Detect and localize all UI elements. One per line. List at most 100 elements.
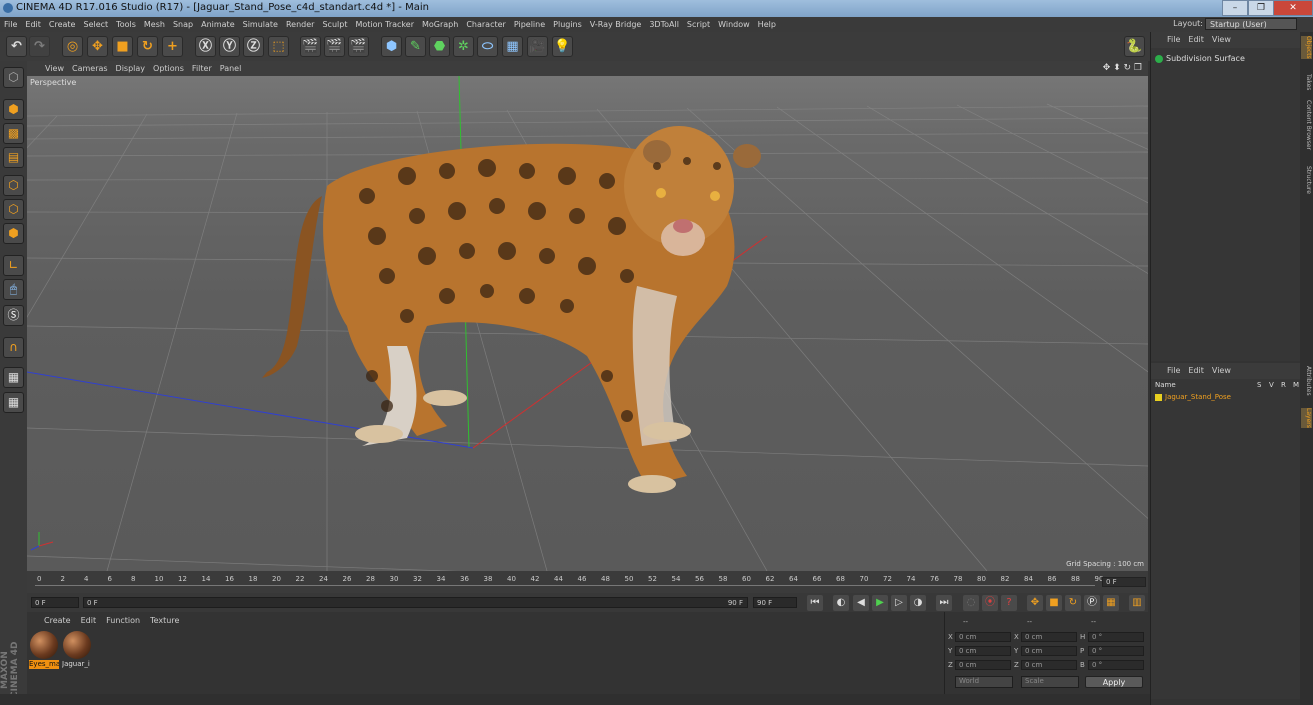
next-key-icon[interactable]: ◑ — [910, 595, 926, 611]
layer-jaguar-stand-pose[interactable]: Jaguar_Stand_Pose — [1155, 393, 1231, 401]
snap-icon[interactable]: Ⓢ — [3, 305, 24, 326]
live-selection-icon[interactable]: ◎ — [62, 36, 83, 57]
workplane-mode-icon[interactable]: ▤ — [3, 147, 24, 168]
position-z-field[interactable]: 0 cm — [955, 660, 1011, 670]
layout-select[interactable]: Startup (User) — [1205, 18, 1297, 30]
position-x-field[interactable]: 0 cm — [955, 632, 1011, 642]
make-editable-icon[interactable]: ⬡ — [3, 67, 24, 88]
layers-menu-view[interactable]: View — [1208, 363, 1235, 379]
keyframe-selection-icon[interactable]: ? — [1001, 595, 1017, 611]
object-manager[interactable]: Subdivision Surface — [1151, 48, 1301, 361]
objects-menu-view[interactable]: View — [1208, 32, 1235, 48]
recent-tool-icon[interactable]: + — [162, 36, 183, 57]
key-rotation-icon[interactable]: ↻ — [1065, 595, 1081, 611]
rotate-tool-icon[interactable]: ↻ — [137, 36, 158, 57]
size-x-field[interactable]: 0 cm — [1021, 632, 1077, 642]
texture-mode-icon[interactable]: ▩ — [3, 123, 24, 144]
menu-pipeline[interactable]: Pipeline — [510, 17, 549, 32]
y-axis-lock-icon[interactable]: Ⓨ — [219, 36, 240, 57]
tab-content-browser[interactable]: Content Browser — [1301, 100, 1312, 150]
material-menu-create[interactable]: Create — [39, 612, 76, 630]
viewport-menu-options[interactable]: Options — [149, 61, 188, 76]
viewport-menu-cameras[interactable]: Cameras — [68, 61, 112, 76]
menu-sculpt[interactable]: Sculpt — [318, 17, 351, 32]
cube-primitive-icon[interactable]: ⬢ — [381, 36, 402, 57]
menu-animate[interactable]: Animate — [197, 17, 239, 32]
material-menu-edit[interactable]: Edit — [76, 612, 102, 630]
objects-menu-file[interactable]: File — [1163, 32, 1184, 48]
menu-character[interactable]: Character — [462, 17, 510, 32]
menu-motion-tracker[interactable]: Motion Tracker — [351, 17, 418, 32]
objects-menu-edit[interactable]: Edit — [1184, 32, 1208, 48]
render-view-icon[interactable]: 🎬 — [300, 36, 321, 57]
viewport-menu-display[interactable]: Display — [112, 61, 150, 76]
x-axis-lock-icon[interactable]: Ⓧ — [195, 36, 216, 57]
viewport-menu-filter[interactable]: Filter — [188, 61, 216, 76]
tab-structure[interactable]: Structure — [1301, 166, 1312, 194]
menu-script[interactable]: Script — [683, 17, 714, 32]
position-y-field[interactable]: 0 cm — [955, 646, 1011, 656]
tweak-mode-icon[interactable]: 🖱 — [3, 279, 24, 300]
camera-icon[interactable]: 🎥 — [527, 36, 548, 57]
lock-workplane-icon[interactable]: ▦ — [3, 367, 24, 388]
maximize-button[interactable]: ❐ — [1248, 0, 1274, 16]
move-tool-icon[interactable]: ✥ — [87, 36, 108, 57]
rotation-b-field[interactable]: 0 ° — [1088, 660, 1144, 670]
current-frame-field[interactable]: 0 F — [1102, 577, 1146, 587]
menu-plugins[interactable]: Plugins — [549, 17, 586, 32]
tab-objects[interactable]: Objects — [1301, 36, 1312, 59]
key-scale-icon[interactable]: ■ — [1046, 595, 1062, 611]
end-frame-field[interactable]: 90 F — [753, 597, 797, 608]
coordinate-mode-select[interactable]: World — [955, 676, 1013, 688]
size-z-field[interactable]: 0 cm — [1021, 660, 1077, 670]
material-jaguar[interactable]: Jaguar_i — [62, 630, 92, 670]
points-mode-icon[interactable]: ⬡ — [3, 175, 24, 196]
polygons-mode-icon[interactable]: ⬢ — [3, 223, 24, 244]
material-eyes[interactable]: Eyes_ma — [29, 630, 59, 670]
menu-3dtoall[interactable]: 3DToAll — [645, 17, 683, 32]
size-mode-select[interactable]: Scale — [1021, 676, 1079, 688]
key-position-icon[interactable]: ✥ — [1027, 595, 1043, 611]
viewport-nav-icons[interactable]: ✥ ⬍ ↻ ❐ — [1103, 63, 1142, 73]
menu-file[interactable]: File — [0, 17, 21, 32]
menu-tools[interactable]: Tools — [112, 17, 140, 32]
next-frame-icon[interactable]: ▷ — [891, 595, 907, 611]
go-to-end-icon[interactable]: ⏭ — [936, 595, 952, 611]
apply-button[interactable]: Apply — [1085, 676, 1143, 688]
scale-tool-icon[interactable]: ■ — [112, 36, 133, 57]
subdivision-surface-icon[interactable]: ⬣ — [429, 36, 450, 57]
viewport-menu-view[interactable]: View — [41, 61, 68, 76]
menu-create[interactable]: Create — [45, 17, 80, 32]
menu-simulate[interactable]: Simulate — [239, 17, 282, 32]
layers-menu-edit[interactable]: Edit — [1184, 363, 1208, 379]
deformer-icon[interactable]: ⬭ — [477, 36, 498, 57]
z-axis-lock-icon[interactable]: Ⓩ — [243, 36, 264, 57]
key-pla-icon[interactable]: ▦ — [1103, 595, 1119, 611]
previous-frame-icon[interactable]: ◀ — [853, 595, 869, 611]
autokey-icon[interactable]: ⦿ — [982, 595, 998, 611]
play-icon[interactable]: ▶ — [872, 595, 888, 611]
layers-menu-file[interactable]: File — [1163, 363, 1184, 379]
menu-snap[interactable]: Snap — [169, 17, 197, 32]
object-subdivision-surface[interactable]: Subdivision Surface — [1155, 54, 1245, 63]
key-parameter-icon[interactable]: Ⓟ — [1084, 595, 1100, 611]
light-icon[interactable]: 💡 — [552, 36, 573, 57]
rotation-h-field[interactable]: 0 ° — [1088, 632, 1144, 642]
model-mode-icon[interactable]: ⬢ — [3, 99, 24, 120]
menu-vray-bridge[interactable]: V-Ray Bridge — [586, 17, 646, 32]
previous-key-icon[interactable]: ◐ — [833, 595, 849, 611]
minimize-button[interactable]: – — [1222, 0, 1248, 16]
record-keys-icon[interactable]: ◌ — [963, 595, 979, 611]
axis-mode-icon[interactable]: ∟ — [3, 255, 24, 276]
redo-icon[interactable]: ↷ — [29, 36, 50, 57]
material-menu-texture[interactable]: Texture — [145, 612, 184, 630]
menu-help[interactable]: Help — [754, 17, 780, 32]
tab-attributes[interactable]: Attributes — [1301, 366, 1312, 396]
coordinate-system-icon[interactable]: ⬚ — [268, 36, 289, 57]
menu-edit[interactable]: Edit — [21, 17, 45, 32]
frame-range-slider[interactable]: 0 F 90 F — [83, 597, 748, 608]
edges-mode-icon[interactable]: ⬡ — [3, 199, 24, 220]
pen-spline-icon[interactable]: ✎ — [405, 36, 426, 57]
menu-render[interactable]: Render — [282, 17, 318, 32]
close-button[interactable]: ✕ — [1273, 0, 1313, 16]
